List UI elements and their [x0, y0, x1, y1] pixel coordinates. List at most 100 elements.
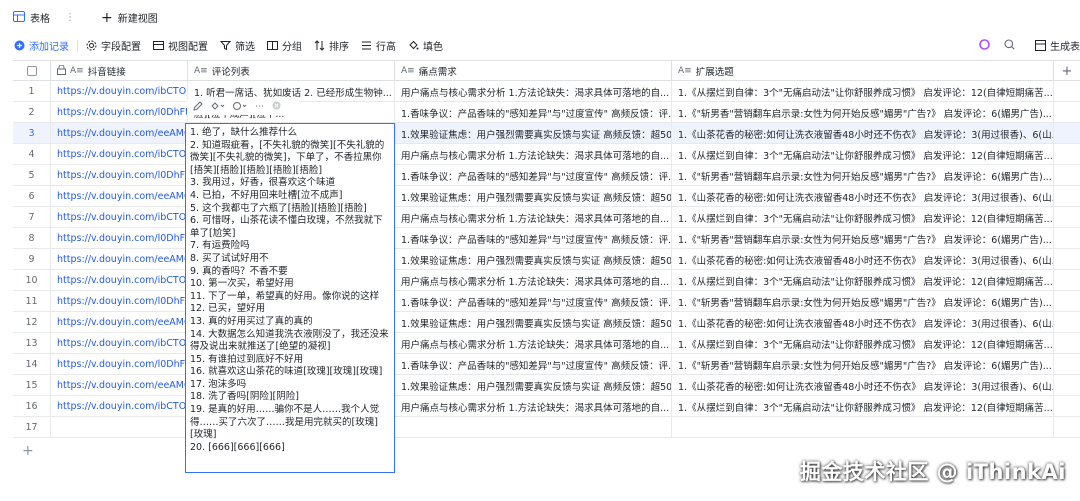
table-row[interactable]: 13 https://v.douyin.com/ibCTOE... 用户痛点与核心需… — [13, 333, 1080, 354]
pain-points-cell[interactable]: 1.香味争议：产品香味的"感知差异"与"过度宣传" 高频反馈：评... — [395, 102, 672, 123]
douyin-link-cell[interactable]: https://v.douyin.com/l0DhFt... — [51, 291, 188, 312]
run-icon[interactable] — [233, 101, 247, 114]
extended-topics-cell[interactable]: 1.《从摆烂到自律：3个"无痛启动法"让你舒服养成习惯》 启发评论：12(自律短… — [672, 270, 1054, 291]
table-row[interactable]: 1 https://v.douyin.com/ibCTOE... 1. 听君一席话、… — [13, 81, 1080, 102]
new-view-button[interactable]: + 新建视图 — [101, 10, 158, 26]
douyin-link-cell[interactable]: https://v.douyin.com/eeAMO... — [51, 375, 188, 396]
douyin-link-cell[interactable] — [51, 417, 188, 438]
header-extended-topics[interactable]: A≡ 扩展选题 — [672, 61, 1054, 81]
row-number[interactable]: 17 — [13, 417, 51, 438]
douyin-link-cell[interactable]: https://v.douyin.com/eeAMO... — [51, 312, 188, 333]
pain-points-cell[interactable]: 用户痛点与核心需求分析 1.方法论缺失：渴求具体可落地的自... — [395, 207, 672, 228]
table-row[interactable]: 6 https://v.douyin.com/eeAMO... 1.效果验证焦虑：用… — [13, 186, 1080, 207]
table-row[interactable]: 12 https://v.douyin.com/eeAMO... 1.效果验证焦虑：… — [13, 312, 1080, 333]
extended-topics-cell[interactable]: 1.《从摆烂到自律：3个"无痛启动法"让你舒服养成习惯》 启发评论：12(自律短… — [672, 396, 1054, 417]
close-icon[interactable] — [272, 101, 281, 113]
pain-points-cell[interactable] — [395, 417, 672, 438]
table-row[interactable]: 4 https://v.douyin.com/ibCTOE... 用户痛点与核心需求… — [13, 144, 1080, 165]
row-number[interactable]: 3 — [13, 123, 51, 144]
extended-topics-cell[interactable]: 1.《"斩男香"营销翻车启示录:女性为何开始反感"媚男"广告?》 启发评论：6(… — [672, 102, 1054, 123]
extended-topics-cell[interactable]: 1.《从摆烂到自律：3个"无痛启动法"让你舒服养成习惯》 启发评论：12(自律短… — [672, 144, 1054, 165]
fill-color-button[interactable]: 填色 — [402, 38, 449, 53]
douyin-link-cell[interactable]: https://v.douyin.com/ibCTOE... — [51, 144, 188, 165]
pain-points-cell[interactable]: 1.香味争议：产品香味的"感知差异"与"过度宣传" 高频反馈：评... — [395, 291, 672, 312]
row-number[interactable]: 15 — [13, 375, 51, 396]
pain-points-cell[interactable]: 1.效果验证焦虑：用户强烈需要真实反馈与实证 高频反馈：超50... — [395, 186, 672, 207]
tab-table[interactable]: 表格 ⋮ — [5, 6, 83, 30]
table-row[interactable]: 11 https://v.douyin.com/l0DhFt... 1.香味争议：产… — [13, 291, 1080, 312]
douyin-link-cell[interactable]: https://v.douyin.com/eeAMO... — [51, 123, 188, 144]
add-record-button[interactable]: 添加记录 — [8, 38, 75, 53]
douyin-link-cell[interactable]: https://v.douyin.com/eeAMO... — [51, 186, 188, 207]
extended-topics-cell[interactable]: 1.《山茶花香的秘密:如何让洗衣液留香48小时还不伤衣》 启发评论：3(用过很香… — [672, 312, 1054, 333]
douyin-link-cell[interactable]: https://v.douyin.com/l0DhFt... — [51, 354, 188, 375]
douyin-link-cell[interactable]: https://v.douyin.com/ibCTOE... — [51, 207, 188, 228]
header-comment-list[interactable]: A≡ 评论列表 — [188, 61, 395, 81]
row-number[interactable]: 13 — [13, 333, 51, 354]
table-row[interactable]: 16 https://v.douyin.com/ibCTOE... 用户痛点与核心需… — [13, 396, 1080, 417]
search-icon[interactable] — [1004, 38, 1015, 53]
row-number[interactable]: 5 — [13, 165, 51, 186]
pain-points-cell[interactable]: 1.效果验证焦虑：用户强烈需要真实反馈与实证 高频反馈：超50... — [395, 249, 672, 270]
row-number[interactable]: 1 — [13, 81, 51, 102]
table-row[interactable]: 14 https://v.douyin.com/l0DhFt... 1.香味争议：产… — [13, 354, 1080, 375]
row-number[interactable]: 11 — [13, 291, 51, 312]
extended-topics-cell[interactable]: 1.《山茶花香的秘密:如何让洗衣液留香48小时还不伤衣》 启发评论：3(用过很香… — [672, 186, 1054, 207]
view-config-button[interactable]: 视图配置 — [147, 38, 214, 53]
row-number[interactable]: 6 — [13, 186, 51, 207]
more-options-icon[interactable]: ⋮ — [65, 12, 75, 23]
douyin-link-cell[interactable]: https://v.douyin.com/ibCTOE... — [51, 396, 188, 417]
more-horizontal-icon[interactable]: ⋯ — [255, 102, 264, 112]
pain-points-cell[interactable]: 1.效果验证焦虑：用户强烈需要真实反馈与实证 高频反馈：超50... — [395, 123, 672, 144]
extended-topics-cell[interactable]: 1.《"斩男香"营销翻车启示录:女性为何开始反感"媚男"广告?》 启发评论：6(… — [672, 354, 1054, 375]
extended-topics-cell[interactable]: 1.《山茶花香的秘密:如何让洗衣液留香48小时还不伤衣》 启发评论：3(用过很香… — [672, 123, 1054, 144]
expanded-comment-cell[interactable]: 1. 绝了，缺什么推荐什么 2. 知道瑕疵看，[不失礼貌的微笑][不失礼貌的微笑]… — [185, 123, 395, 473]
pain-points-cell[interactable]: 1.香味争议：产品香味的"感知差异"与"过度宣传" 高频反馈：评... — [395, 165, 672, 186]
table-row[interactable]: 2https://v.douyin.com/l0DhFt...脸][泣不成声][… — [13, 102, 1080, 123]
extended-topics-cell[interactable]: 1.《从摆烂到自律：3个"无痛启动法"让你舒服养成习惯》 启发评论：12(自律短… — [672, 333, 1054, 354]
ai-fill-icon[interactable] — [211, 101, 225, 114]
douyin-link-cell[interactable]: https://v.douyin.com/ibCTOE... — [51, 333, 188, 354]
row-number[interactable]: 4 — [13, 144, 51, 165]
row-number[interactable]: 8 — [13, 228, 51, 249]
douyin-link-cell[interactable]: https://v.douyin.com/ibCTOE... — [51, 270, 188, 291]
table-row[interactable]: 15 https://v.douyin.com/eeAMO... 1.效果验证焦虑：… — [13, 375, 1080, 396]
table-row[interactable]: 17 — [13, 417, 1080, 438]
header-douyin-link[interactable]: A≡ 抖音链接 — [51, 61, 188, 81]
douyin-link-cell[interactable]: https://v.douyin.com/ibCTOE... — [51, 81, 188, 102]
extended-topics-cell[interactable]: 1.《"斩男香"营销翻车启示录:女性为何开始反感"媚男"广告?》 启发评论：6(… — [672, 165, 1054, 186]
pain-points-cell[interactable]: 用户痛点与核心需求分析 1.方法论缺失：渴求具体可落地的自... — [395, 270, 672, 291]
select-all-checkbox[interactable] — [26, 66, 37, 76]
row-number[interactable]: 16 — [13, 396, 51, 417]
extended-topics-cell[interactable]: 1.《从摆烂到自律：3个"无痛启动法"让你舒服养成习惯》 启发评论：12(自律短… — [672, 207, 1054, 228]
douyin-link-cell[interactable]: https://v.douyin.com/l0DhFt... — [51, 102, 188, 123]
extended-topics-cell[interactable]: 1.《山茶花香的秘密:如何让洗衣液留香48小时还不伤衣》 启发评论：3(用过很香… — [672, 249, 1054, 270]
table-row[interactable]: 8 https://v.douyin.com/l0DhFt... 1.香味争议：产品… — [13, 228, 1080, 249]
extended-topics-cell[interactable]: 1.《"斩男香"营销翻车启示录:女性为何开始反感"媚男"广告?》 启发评论：6(… — [672, 291, 1054, 312]
filter-button[interactable]: 筛选 — [214, 38, 261, 53]
pain-points-cell[interactable]: 用户痛点与核心需求分析 1.方法论缺失：渴求具体可落地的自... — [395, 144, 672, 165]
row-number[interactable]: 9 — [13, 249, 51, 270]
pain-points-cell[interactable]: 1.效果验证焦虑：用户强烈需要真实反馈与实证 高频反馈：超50... — [395, 312, 672, 333]
pain-points-cell[interactable]: 1.效果验证焦虑：用户强烈需要真实反馈与实证 高频反馈：超50... — [395, 375, 672, 396]
ai-assistant-icon[interactable] — [979, 38, 990, 53]
add-row-button[interactable]: + — [22, 443, 34, 459]
row-number[interactable]: 10 — [13, 270, 51, 291]
table-row[interactable]: 10 https://v.douyin.com/ibCTOE... 用户痛点与核心需… — [13, 270, 1080, 291]
douyin-link-cell[interactable]: https://v.douyin.com/eeAMO... — [51, 249, 188, 270]
extended-topics-cell[interactable]: 1.《从摆烂到自律：3个"无痛启动法"让你舒服养成习惯》 启发评论：12(自律短… — [672, 81, 1054, 102]
header-select-all[interactable] — [13, 61, 51, 81]
table-row[interactable]: 3 https://v.douyin.com/eeAMO... 1.效果验证焦虑：用… — [13, 123, 1080, 144]
header-pain-points[interactable]: A≡ 痛点需求 — [395, 61, 672, 81]
row-number[interactable]: 14 — [13, 354, 51, 375]
extended-topics-cell[interactable]: 1.《山茶花香的秘密:如何让洗衣液留香48小时还不伤衣》 启发评论：3(用过很香… — [672, 375, 1054, 396]
row-height-button[interactable]: 行高 — [355, 38, 402, 53]
extended-topics-cell[interactable] — [672, 417, 1054, 438]
extended-topics-cell[interactable]: 1.《"斩男香"营销翻车启示录:女性为何开始反感"媚男"广告?》 启发评论：6(… — [672, 228, 1054, 249]
add-column-button[interactable]: + — [1054, 61, 1080, 81]
pain-points-cell[interactable]: 1.香味争议：产品香味的"感知差异"与"过度宣传" 高频反馈：评... — [395, 228, 672, 249]
douyin-link-cell[interactable]: https://v.douyin.com/l0DhFt... — [51, 165, 188, 186]
row-number[interactable]: 2 — [13, 102, 51, 123]
table-row[interactable]: 5 https://v.douyin.com/l0DhFt... 1.香味争议：产品… — [13, 165, 1080, 186]
generate-table-button[interactable]: 生成表 — [1029, 38, 1080, 53]
